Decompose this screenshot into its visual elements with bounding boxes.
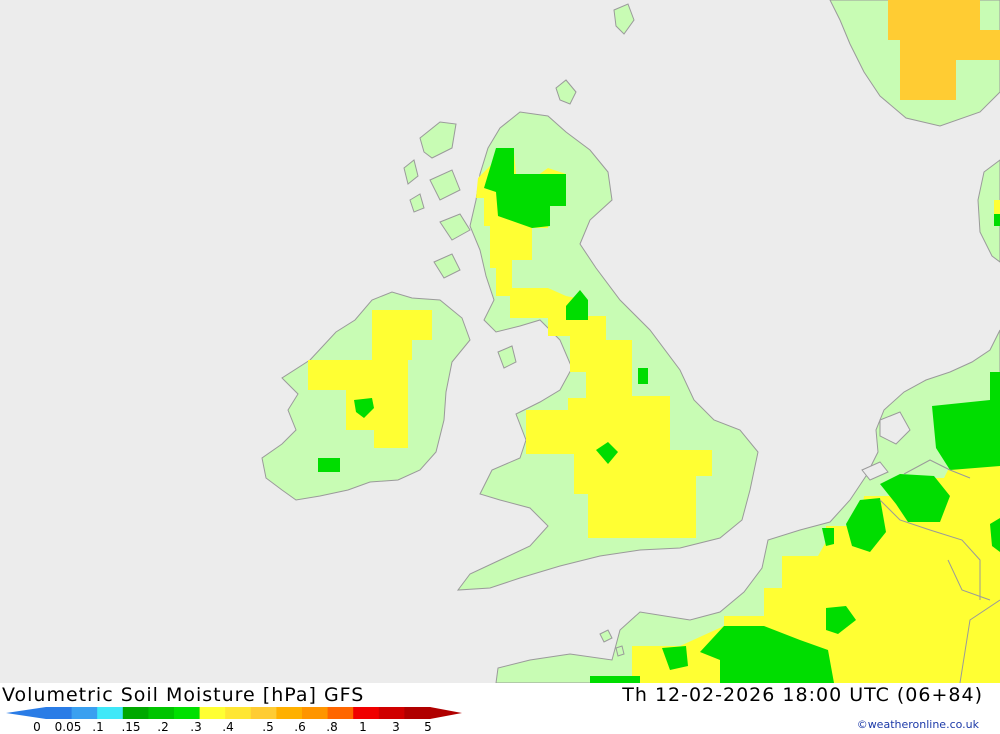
legend-swatch [276,707,303,719]
legend-labels: 0 0.05 .1 .15 .2 .3 .4 .5 .6 .8 1 3 5 [0,720,470,734]
legend-swatch [71,707,98,719]
legend-tick-label: 5 [424,720,432,734]
legend-swatch [250,707,277,719]
credit-link[interactable]: ©weatheronline.co.uk [857,718,979,731]
legend-swatch [302,707,329,719]
legend-tick-label: .15 [121,720,141,734]
legend-tick-label: 0 [33,720,41,734]
legend-arrow-right [430,707,462,719]
map-title: Volumetric Soil Moisture [hPa] GFS [2,684,365,706]
legend-tick-label: .5 [262,720,274,734]
legend-swatch [327,707,354,719]
legend-tick-label: .6 [294,720,306,734]
legend-swatch [97,707,124,719]
legend-arrow-left [6,707,46,719]
legend-tick-label: .4 [222,720,234,734]
legend-tick-label: 0.05 [54,720,82,734]
legend-tick-label: 3 [392,720,400,734]
legend-tick-label: .8 [326,720,338,734]
legend-tick-label: .3 [190,720,202,734]
legend-swatch [404,707,431,719]
color-legend [6,707,462,719]
legend-swatch [148,707,175,719]
legend-swatch [174,707,201,719]
legend-swatch [46,707,73,719]
legend-swatch [353,707,380,719]
soil-moisture-map [0,0,1000,683]
legend-swatch [122,707,149,719]
valid-time: Th 12-02-2026 18:00 UTC (06+84) [622,684,983,706]
footer-bar: Volumetric Soil Moisture [hPa] GFS Th 12… [0,683,1000,734]
legend-tick-label: 1 [359,720,367,734]
legend-swatch [199,707,226,719]
legend-swatch [378,707,405,719]
legend-tick-label: .1 [92,720,104,734]
legend-tick-label: .2 [157,720,169,734]
legend-swatch [225,707,252,719]
